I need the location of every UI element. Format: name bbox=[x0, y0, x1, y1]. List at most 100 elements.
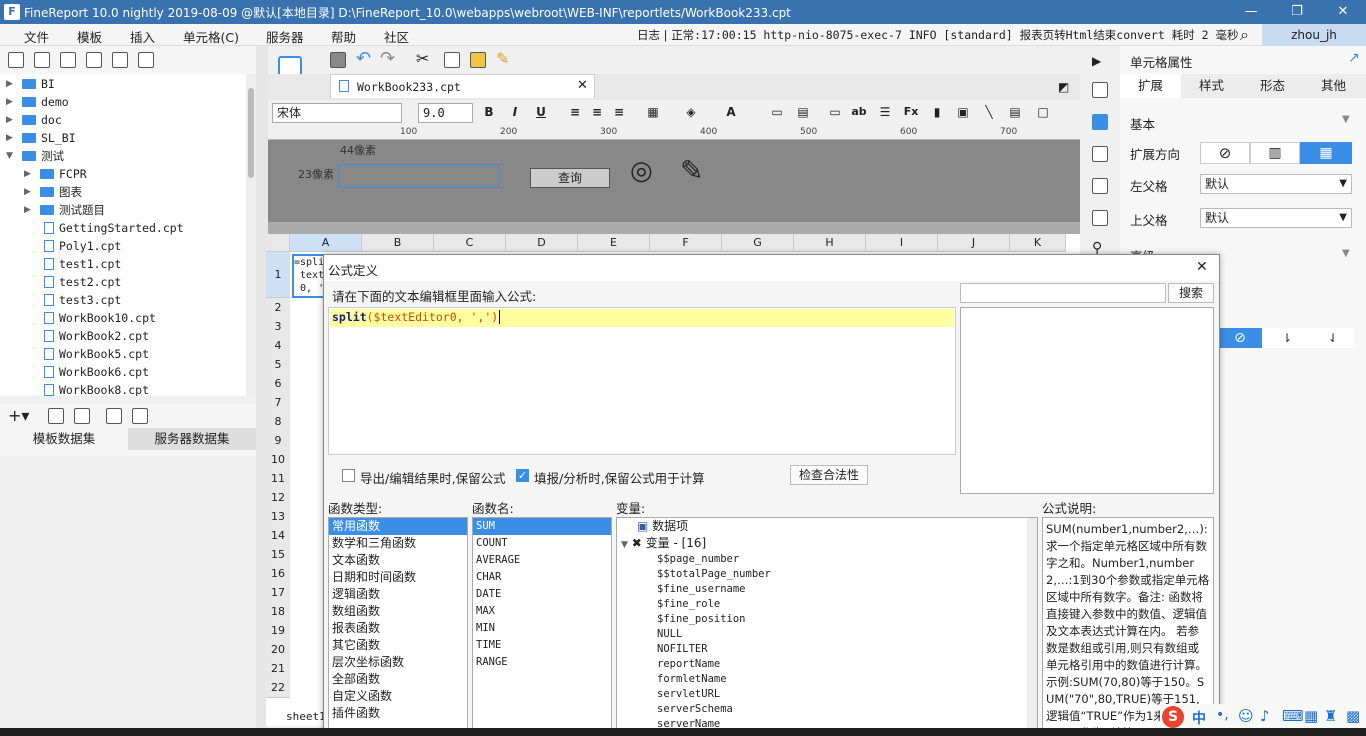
list-item[interactable]: DATE bbox=[473, 586, 611, 603]
row-header[interactable]: 12 bbox=[266, 488, 290, 508]
tree-item-data-items[interactable]: ▣ 数据项 bbox=[617, 518, 1037, 535]
row-header[interactable]: 2 bbox=[266, 298, 290, 318]
copy-format-icon[interactable] bbox=[444, 52, 460, 68]
list-item[interactable]: reportName bbox=[617, 657, 1037, 672]
tree-file[interactable]: test1.cpt bbox=[44, 255, 121, 273]
skin-icon[interactable]: ♜ bbox=[1324, 707, 1337, 725]
list-item[interactable]: 自定义函数 bbox=[329, 688, 467, 705]
filter-icon[interactable] bbox=[132, 408, 148, 424]
log-label[interactable]: 日志 | 正常:17:00:15 http-nio-8075-exec-7 IN… bbox=[637, 27, 1238, 43]
undo-icon[interactable]: ↶ bbox=[356, 48, 371, 69]
list-item[interactable]: 日期和时间函数 bbox=[329, 569, 467, 586]
list-item[interactable]: servletURL bbox=[617, 687, 1037, 702]
list-item[interactable]: 逻辑函数 bbox=[329, 586, 467, 603]
row-header[interactable]: 7 bbox=[266, 393, 290, 413]
list-item[interactable]: formletName bbox=[617, 672, 1037, 687]
search-button[interactable]: 搜索 bbox=[1168, 283, 1214, 303]
column-header[interactable]: D bbox=[506, 234, 578, 252]
row-header[interactable]: 9 bbox=[266, 431, 290, 451]
row-header[interactable]: 1 bbox=[266, 252, 290, 298]
column-header[interactable]: I bbox=[866, 234, 938, 252]
corner-cell[interactable] bbox=[266, 234, 290, 252]
row-header[interactable]: 20 bbox=[266, 640, 290, 660]
menu-community[interactable]: 社区 bbox=[384, 27, 409, 46]
tree-item-fcpr[interactable]: ▶ FCPR bbox=[24, 165, 87, 183]
chart-icon[interactable]: ▮ bbox=[928, 103, 946, 121]
close-tab-icon[interactable]: ✕ bbox=[577, 78, 588, 93]
left-parent-select[interactable]: 默认 ▼ bbox=[1200, 174, 1352, 194]
object-icon[interactable]: □ bbox=[1034, 103, 1052, 121]
pane-divider[interactable] bbox=[268, 222, 1080, 234]
row-header[interactable]: 22 bbox=[266, 678, 290, 698]
row-header[interactable]: 8 bbox=[266, 412, 290, 432]
font-family-select[interactable]: 宋体 bbox=[272, 103, 402, 123]
column-header[interactable]: J bbox=[938, 234, 1010, 252]
search-result-list[interactable] bbox=[960, 307, 1214, 494]
list-item[interactable]: MAX bbox=[473, 603, 611, 620]
tab-expand[interactable]: 扩展 bbox=[1120, 74, 1181, 98]
column-header[interactable]: F bbox=[650, 234, 722, 252]
function-search-input[interactable] bbox=[960, 283, 1166, 303]
section-basic[interactable]: 基本 bbox=[1130, 114, 1155, 133]
tree-file[interactable]: WorkBook5.cpt bbox=[44, 345, 149, 363]
tree-file[interactable]: WorkBook8.cpt bbox=[44, 381, 149, 396]
menu-server[interactable]: 服务器 bbox=[266, 27, 304, 46]
edit-pencil-icon[interactable]: ✎ bbox=[680, 154, 703, 187]
image-icon[interactable]: ▣ bbox=[954, 103, 972, 121]
punctuation-icon[interactable]: •, bbox=[1216, 707, 1229, 723]
row-header[interactable]: 15 bbox=[266, 545, 290, 565]
tree-file[interactable]: WorkBook10.cpt bbox=[44, 309, 156, 327]
voice-icon[interactable]: ♪ bbox=[1260, 707, 1270, 725]
emoji-icon[interactable]: ☺ bbox=[1238, 707, 1254, 725]
dialog-close-button[interactable]: ✕ bbox=[1196, 259, 1208, 275]
user-badge[interactable]: zhou_jh bbox=[1262, 24, 1366, 46]
text-field-icon[interactable]: ▭ bbox=[826, 103, 844, 121]
menu-help[interactable]: 帮助 bbox=[331, 27, 356, 46]
tree-item-test[interactable]: ▼ 测试 bbox=[6, 147, 64, 165]
list-item[interactable]: $fine_username bbox=[617, 582, 1037, 597]
font-size-select[interactable]: 9.0 bbox=[418, 103, 473, 123]
copy-icon[interactable] bbox=[138, 52, 154, 68]
cell-attr-icon[interactable] bbox=[1092, 82, 1108, 98]
tree-file[interactable]: test3.cpt bbox=[44, 291, 121, 309]
delete-icon[interactable] bbox=[112, 52, 128, 68]
tab-server-dataset[interactable]: 服务器数据集 bbox=[128, 428, 256, 450]
hide-icon[interactable]: ◎ bbox=[630, 156, 653, 186]
tab-form[interactable]: 形态 bbox=[1242, 74, 1303, 98]
toolbox-icon[interactable]: ▦ bbox=[1304, 707, 1318, 725]
tree-file[interactable]: WorkBook2.cpt bbox=[44, 327, 149, 345]
row-header[interactable]: 14 bbox=[266, 526, 290, 546]
list-item[interactable]: 文本函数 bbox=[329, 552, 467, 569]
query-button[interactable]: 查询 bbox=[530, 168, 610, 188]
ime-mode[interactable]: 中 bbox=[1192, 708, 1206, 728]
row-header[interactable]: 6 bbox=[266, 374, 290, 394]
format-painter-icon[interactable]: ✎ bbox=[496, 49, 509, 68]
pin-icon[interactable]: ↗ bbox=[1348, 50, 1360, 66]
list-item[interactable]: COUNT bbox=[473, 535, 611, 552]
align-center-icon[interactable]: ≡ bbox=[588, 103, 606, 121]
column-header[interactable]: B bbox=[362, 234, 434, 252]
row-header[interactable]: 19 bbox=[266, 621, 290, 641]
search-icon[interactable]: ⌕ bbox=[1240, 25, 1249, 45]
unmerge-icon[interactable]: ▤ bbox=[794, 103, 812, 121]
fill-keep-formula-checkbox[interactable]: ✓ bbox=[516, 469, 529, 482]
row-header[interactable]: 21 bbox=[266, 659, 290, 679]
stack-icon[interactable] bbox=[1092, 210, 1108, 226]
tab-workbook233[interactable]: WorkBook233.cpt ✕ bbox=[330, 74, 595, 98]
tree-item-doc[interactable]: ▶ doc bbox=[6, 111, 62, 129]
condition-attr-icon[interactable] bbox=[1092, 146, 1108, 162]
rich-text-icon[interactable]: ☰ bbox=[876, 103, 894, 121]
list-item[interactable]: MIN bbox=[473, 620, 611, 637]
widget-attr-icon[interactable] bbox=[1092, 114, 1108, 130]
sort-asc-icon[interactable]: ⇂ bbox=[1262, 328, 1312, 348]
list-item[interactable]: RANGE bbox=[473, 654, 611, 671]
formula-icon[interactable]: Fx bbox=[902, 103, 920, 121]
export-keep-formula-checkbox[interactable] bbox=[342, 469, 355, 482]
align-right-icon[interactable]: ≡ bbox=[610, 103, 628, 121]
settings-icon[interactable] bbox=[86, 52, 102, 68]
list-item[interactable]: 插件函数 bbox=[329, 705, 467, 722]
column-header[interactable]: A bbox=[290, 234, 362, 252]
refresh-icon[interactable] bbox=[34, 52, 50, 68]
list-item[interactable]: 其它函数 bbox=[329, 637, 467, 654]
validate-button[interactable]: 检查合法性 bbox=[790, 465, 868, 485]
